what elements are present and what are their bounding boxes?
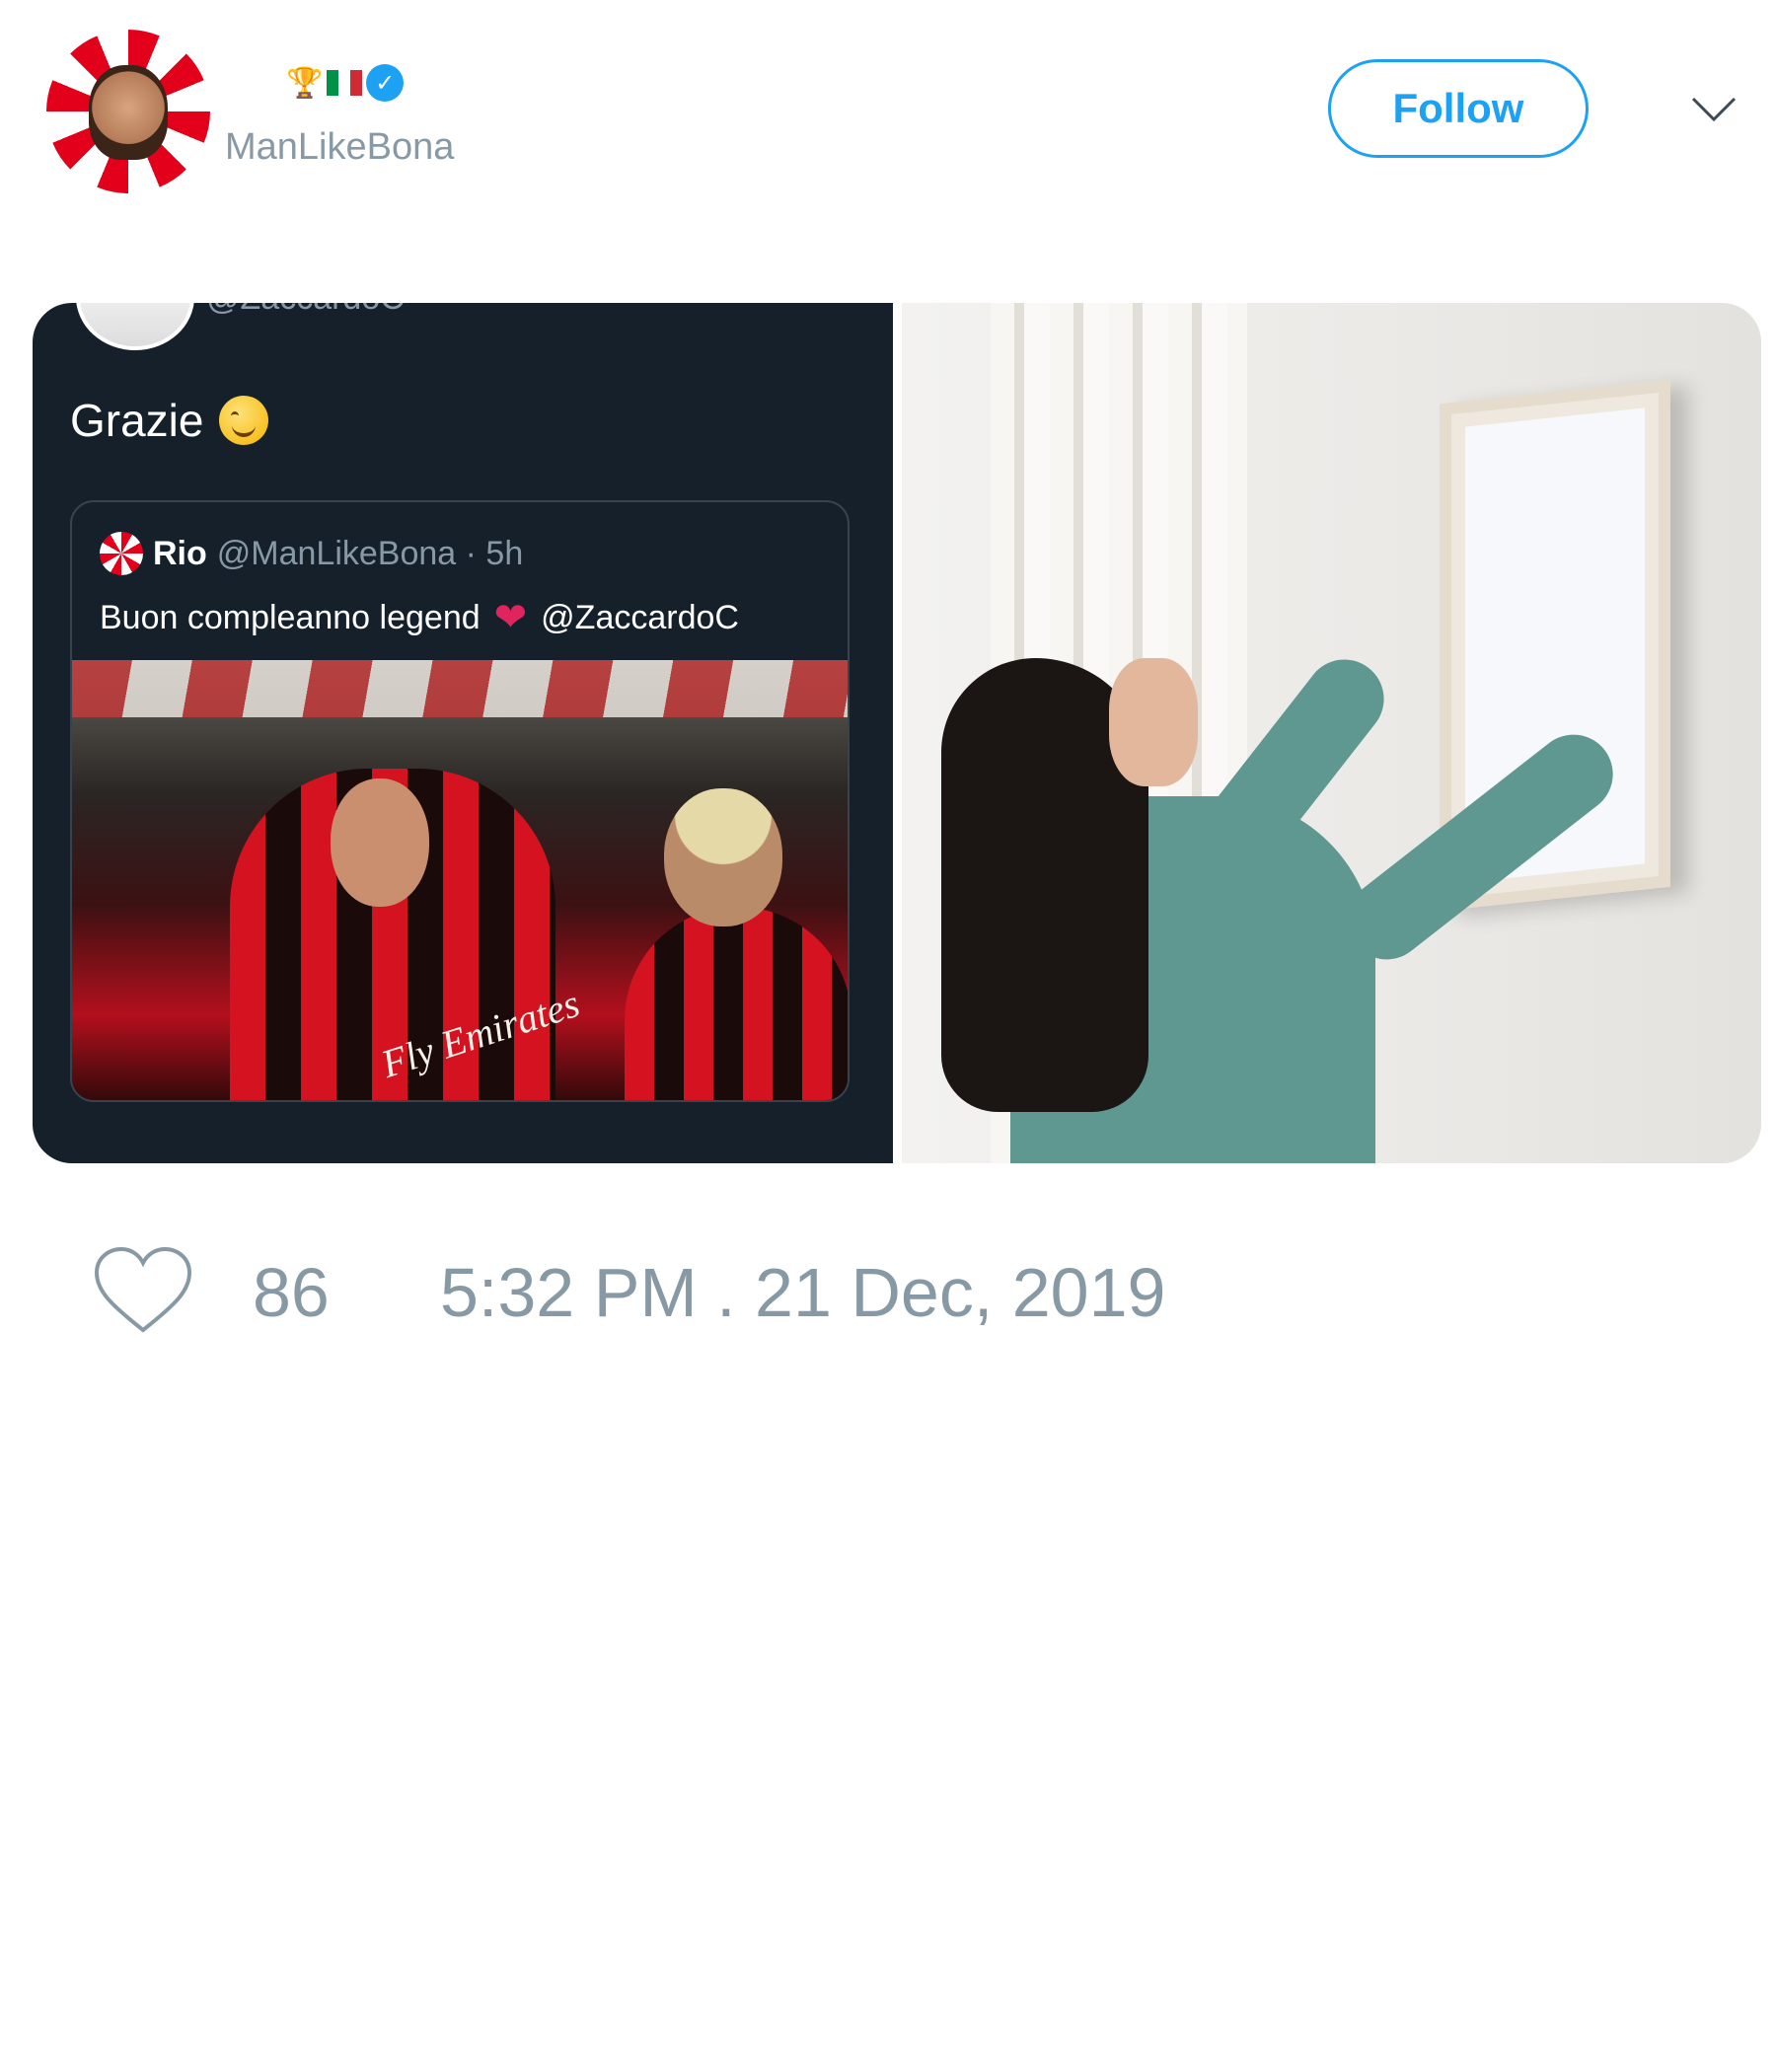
cropped-handle: @ZaccardoC (206, 303, 405, 318)
quoted-photo: Fly Emirates (72, 660, 848, 1100)
trophy-icon: 🏆 (286, 66, 324, 100)
follow-button[interactable]: Follow (1328, 59, 1589, 158)
quoted-tweet-header: Rio @ManLikeBona · 5h (100, 532, 523, 575)
quoted-text: Buon compleanno legend ❤ @ZaccardoC (100, 595, 739, 640)
tweet-media[interactable]: @ZaccardoC Grazie Rio @ManLikeBona · 5h … (33, 303, 1761, 1163)
tweet-footer: 86 5:32 PM . 21 Dec, 2019 (0, 1233, 1776, 1333)
player-head (331, 778, 429, 907)
reply-text: Grazie (70, 394, 269, 447)
cropped-avatar (76, 303, 194, 350)
user-handle[interactable]: ManLikeBona (225, 126, 454, 169)
stadium-stripe (72, 660, 848, 717)
quoted-text-after: @ZaccardoC (541, 598, 739, 636)
smile-emoji-icon (219, 396, 269, 445)
reply-text-label: Grazie (70, 395, 204, 446)
quoted-text-before: Buon compleanno legend (100, 598, 481, 636)
quoted-tweet: Rio @ManLikeBona · 5h Buon compleanno le… (70, 500, 850, 1102)
heart-icon[interactable] (91, 1243, 195, 1338)
italy-flag-icon (327, 70, 363, 96)
quoted-meta: @ManLikeBona · 5h (216, 534, 524, 572)
frame-hanging-image[interactable] (902, 303, 1761, 1163)
name-badges: 🏆 ✓ (286, 63, 405, 103)
like-count: 86 (253, 1254, 330, 1331)
verified-icon: ✓ (366, 64, 405, 102)
player-head-2 (664, 788, 782, 926)
avatar-face (89, 65, 168, 160)
player-shirt-2 (625, 907, 848, 1100)
red-heart-icon: ❤ (493, 596, 528, 639)
chevron-down-icon[interactable] (1689, 89, 1739, 128)
screenshot-image[interactable]: @ZaccardoC Grazie Rio @ManLikeBona · 5h … (33, 303, 893, 1163)
tweet-header: 🏆 ✓ ManLikeBona Follow (0, 0, 1776, 217)
woman-face (1109, 658, 1198, 786)
avatar[interactable] (46, 30, 210, 193)
timestamp[interactable]: 5:32 PM . 21 Dec, 2019 (440, 1253, 1165, 1332)
quoted-avatar (100, 532, 143, 575)
quoted-name: Rio (153, 534, 207, 572)
